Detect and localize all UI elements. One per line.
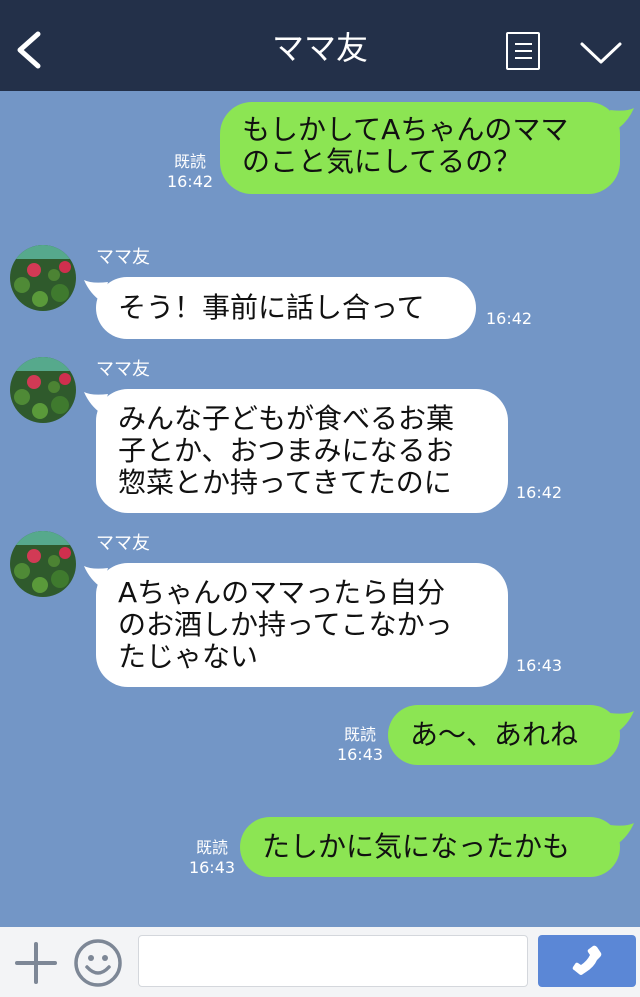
sticker-button[interactable]: [72, 937, 124, 989]
read-receipt: 既読 16:43: [336, 725, 384, 764]
flower-photo-icon: [10, 531, 76, 597]
call-button[interactable]: [538, 935, 636, 987]
chat-header: ママ友: [0, 0, 640, 91]
flower-photo-icon: [10, 357, 76, 423]
chevron-down-icon: [580, 42, 622, 64]
message-bubble: Aちゃんのママったら自分 のお酒しか持ってこなかっ たじゃない: [96, 563, 508, 687]
avatar[interactable]: [10, 357, 76, 423]
message-bubble: みんな子どもが食べるお菓 子とか、おつまみになるお 惣菜とか持ってきてたのに: [96, 389, 508, 513]
list-icon: [515, 43, 532, 45]
sender-name: ママ友: [96, 359, 150, 380]
menu-button[interactable]: [506, 32, 540, 70]
read-receipt: 既読 16:42: [166, 152, 214, 191]
message-bubble: あ〜、あれね: [388, 705, 620, 765]
add-button[interactable]: [14, 941, 58, 985]
message-bubble: たしかに気になったかも: [240, 817, 620, 877]
sender-name: ママ友: [96, 247, 150, 268]
message-input[interactable]: [138, 935, 528, 987]
message-time: 16:42: [516, 483, 563, 502]
message-time: 16:42: [486, 309, 533, 328]
chat-title: ママ友: [271, 29, 368, 67]
back-button[interactable]: [12, 28, 48, 72]
avatar[interactable]: [10, 245, 76, 311]
chevron-left-icon: [17, 31, 41, 69]
phone-icon: [572, 945, 602, 975]
message-bubble: そう！事前に話し合って: [96, 277, 476, 339]
avatar[interactable]: [10, 531, 76, 597]
smiley-icon: [74, 939, 122, 987]
flower-photo-icon: [10, 245, 76, 311]
plus-icon: [15, 942, 57, 984]
sender-name: ママ友: [96, 533, 150, 554]
expand-button[interactable]: [578, 38, 624, 68]
message-time: 16:43: [516, 656, 563, 675]
read-receipt: 既読 16:43: [188, 838, 236, 877]
message-bubble: もしかしてAちゃんのママ のこと気にしてるの？: [220, 102, 620, 194]
